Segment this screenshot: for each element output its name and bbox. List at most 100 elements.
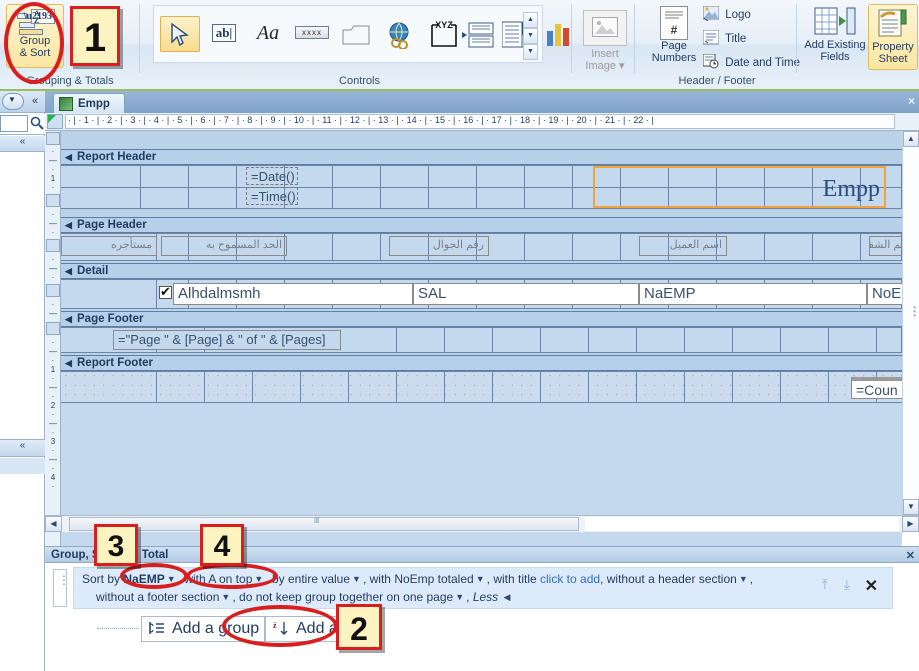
hscroll-thumb[interactable] — [69, 516, 579, 531]
property-sheet-button[interactable]: Property Sheet — [868, 4, 918, 70]
less-arrow-icon[interactable]: ◀ — [504, 592, 511, 603]
sort-row-line-2: without a footer section ▼, do not keep g… — [96, 590, 511, 604]
section-body-detail[interactable]: Alhdalmsmh SAL NaEMP NoEm — [61, 279, 902, 309]
sort-keep-together-chevron-down-icon[interactable]: ▼ — [455, 592, 464, 602]
sort-row-drag-handle[interactable] — [53, 569, 70, 607]
section-bar-report-header[interactable]: Report Header — [61, 149, 902, 165]
hscroll-left-arrow[interactable]: ◀ — [45, 516, 62, 532]
report-title-control[interactable]: Empp — [593, 166, 886, 208]
section-body-report-footer[interactable]: =Coun — [61, 371, 902, 403]
group-divider — [571, 4, 572, 73]
gallery-scroll-down-icon[interactable]: ▼ — [523, 28, 538, 44]
control-hyperlink-tool[interactable] — [380, 16, 420, 52]
sort-footer-section-value[interactable]: without a footer section — [96, 590, 219, 604]
page-footer-expression-control[interactable]: ="Page " & [Page] & " of " & [Pages] — [113, 330, 341, 350]
sort-less-toggle[interactable]: Less — [473, 590, 498, 604]
page-header-label-3[interactable]: رقم الجوال — [389, 236, 489, 256]
gallery-more-icon[interactable]: ▼ — [523, 44, 538, 60]
sort-scope-value[interactable]: by entire value — [272, 572, 350, 586]
sort-footer-chevron-down-icon[interactable]: ▼ — [221, 592, 230, 602]
controls-gallery-scroll[interactable]: ▲ ▼ ▼ — [523, 12, 538, 62]
document-tab-empp[interactable]: Empp — [53, 93, 125, 113]
annotation-ellipse-2 — [222, 605, 338, 647]
page-header-label-5[interactable]: قم الشقه — [869, 236, 902, 256]
vruler-section-block — [46, 194, 60, 207]
add-existing-fields-label: Add Existing Fields — [804, 39, 866, 63]
close-document-icon[interactable]: × — [908, 94, 915, 108]
navigation-group-bar-top[interactable]: « — [0, 136, 45, 152]
control-select-tool[interactable] — [160, 16, 200, 52]
detail-field-naemp[interactable]: NaEMP — [639, 283, 867, 305]
ribbon-group-header-footer: # Page Numbers Logo Title Date and Time — [637, 0, 800, 89]
sort-totals-value[interactable]: with NoEmp totaled — [370, 572, 474, 586]
navigation-dropdown-button[interactable] — [2, 93, 24, 110]
select-all-report-button[interactable] — [47, 114, 63, 129]
sort-header-section-value[interactable]: without a header section — [607, 572, 737, 586]
add-existing-fields-button[interactable]: Add Existing Fields — [804, 4, 866, 63]
time-expression-control[interactable]: =Time() — [246, 187, 298, 205]
section-body-report-header[interactable]: =Date() =Time() Empp — [61, 165, 902, 209]
detail-checkbox-control[interactable] — [159, 284, 172, 300]
vruler-section-block — [46, 239, 60, 252]
gallery-scroll-up-icon[interactable]: ▲ — [523, 12, 538, 28]
detail-field-alhdalmsmh[interactable]: Alhdalmsmh — [173, 283, 413, 305]
group-divider — [634, 4, 635, 73]
report-design-canvas[interactable]: Report Header — [61, 131, 902, 606]
sort-title-click-to-add-link[interactable]: click to add — [540, 572, 600, 586]
hscroll-right-arrow[interactable]: ▶ — [902, 516, 919, 532]
annotation-number-1: 1 — [70, 6, 120, 66]
section-bar-detail[interactable]: Detail — [61, 263, 902, 279]
vertical-ruler: · — · 1 · · — · · — · · — · — · 1 · — · … — [45, 131, 61, 606]
split-handle-dots[interactable]: • • • — [913, 304, 916, 320]
date-and-time-button[interactable]: Date and Time — [702, 53, 800, 74]
shutter-bar-collapse-icon[interactable]: « — [27, 93, 43, 110]
hscroll-track[interactable] — [585, 517, 899, 531]
gst-left-gutter — [0, 546, 45, 671]
section-bar-page-footer[interactable]: Page Footer — [61, 311, 902, 327]
page-header-label-2[interactable]: الحد المسموح به — [161, 236, 287, 256]
insert-image-button[interactable] — [583, 10, 627, 46]
ribbon-group-tools: Add Existing Fields Property Sheet — [800, 0, 919, 89]
control-label-tool[interactable]: Aa — [248, 16, 288, 52]
sort-move-up-icon[interactable]: ⤒ — [822, 576, 828, 593]
section-body-page-footer[interactable]: ="Page " & [Page] & " of " & [Pages] — [61, 327, 902, 353]
vscroll-down-arrow[interactable]: ▼ — [903, 499, 919, 515]
page-header-label-1[interactable]: مستأجره — [61, 236, 157, 256]
logo-button[interactable]: Logo — [702, 5, 751, 26]
page-numbers-button[interactable]: # Page Numbers — [645, 6, 703, 64]
title-button[interactable]: Title — [702, 29, 746, 50]
sort-move-down-icon[interactable]: ⤓ — [844, 576, 850, 593]
sort-delete-icon[interactable]: ✕ — [865, 576, 878, 596]
sort-header-chevron-down-icon[interactable]: ▼ — [739, 574, 748, 584]
navigation-search-input[interactable] — [0, 115, 28, 132]
control-subform-tool[interactable] — [458, 16, 498, 52]
gst-pane-close-icon[interactable]: ✕ — [906, 548, 915, 564]
canvas-vertical-scrollbar[interactable]: ▲ ▼ • • • — [902, 131, 919, 515]
date-expression-control[interactable]: =Date() — [246, 167, 298, 185]
section-bar-page-header[interactable]: Page Header — [61, 217, 902, 233]
control-tab-control-tool[interactable] — [336, 16, 376, 52]
annotation-ellipse-4 — [186, 563, 278, 589]
controls-gallery: ab| Aa xxxx XYZ ▲ ▼ ▼ — [153, 5, 569, 63]
group-icon — [148, 620, 168, 638]
navigation-pane: « « « — [0, 91, 45, 546]
annotation-number-4: 4 — [200, 524, 244, 566]
detail-field-noemp[interactable]: NoEm — [867, 283, 902, 305]
section-body-page-header[interactable]: مستأجره الحد المسموح به رقم الجوال اسم ا… — [61, 233, 902, 261]
control-button-tool[interactable]: xxxx — [292, 16, 332, 52]
page-header-label-4[interactable]: اسم العميل — [639, 236, 727, 256]
control-textbox-tool[interactable]: ab| — [204, 16, 244, 52]
navigation-group-bar-bottom[interactable]: « — [0, 439, 45, 457]
detail-field-sal[interactable]: SAL — [413, 283, 639, 305]
report-footer-count-control[interactable]: =Coun — [851, 377, 902, 399]
sort-keep-together-value[interactable]: do not keep group together on one page — [239, 590, 453, 604]
vruler-section-block — [46, 284, 60, 297]
control-chart-tool[interactable] — [540, 16, 580, 52]
sort-scope-chevron-down-icon[interactable]: ▼ — [352, 574, 361, 584]
vscroll-up-arrow[interactable]: ▲ — [903, 131, 919, 147]
document-tab-label: Empp — [78, 98, 110, 110]
navigation-selected-item[interactable] — [0, 458, 45, 474]
canvas-horizontal-scrollbar[interactable]: ◀ ▶ — [45, 515, 919, 532]
section-bar-report-footer[interactable]: Report Footer — [61, 355, 902, 371]
sort-totals-chevron-down-icon[interactable]: ▼ — [476, 574, 485, 584]
